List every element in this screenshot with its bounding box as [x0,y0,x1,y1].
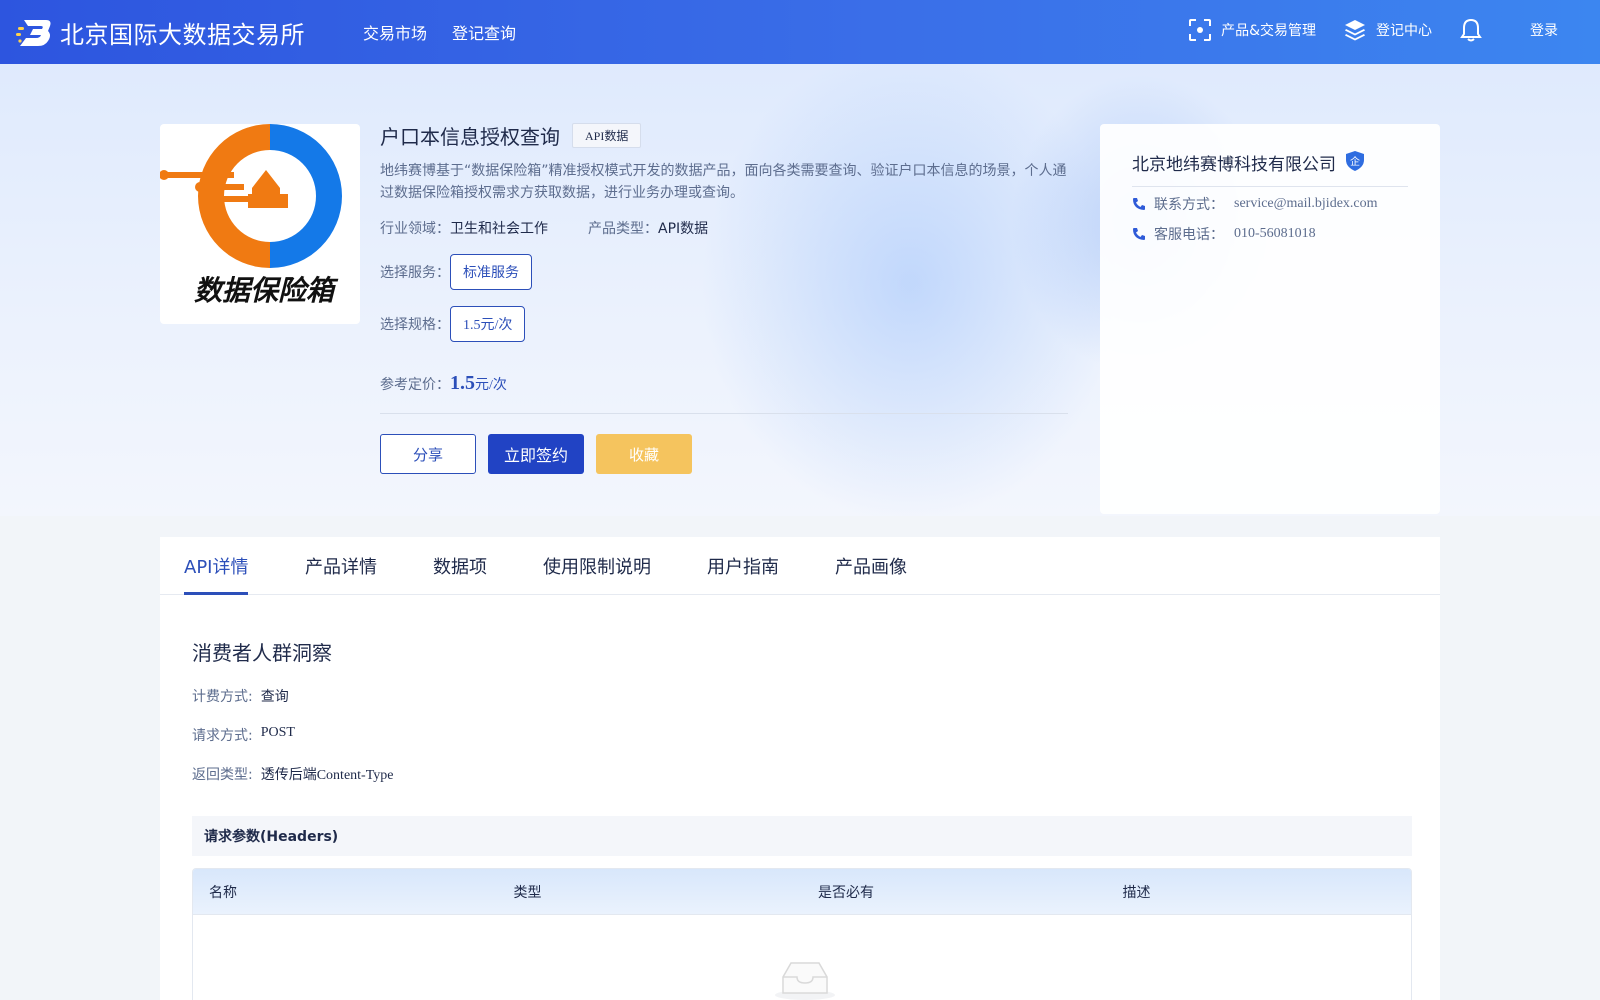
billing-label: 计费方式: [192,689,253,705]
phone-label: 客服电话： [1154,227,1224,243]
tab-api-details[interactable]: API详情 [184,553,248,595]
detail-tabs: API详情 产品详情 数据项 使用限制说明 用户指南 产品画像 [160,537,1440,595]
column-required: 是否必有 [818,884,874,901]
tab-product-details[interactable]: 产品详情 [305,553,377,595]
price-label: 参考定价： [380,377,450,393]
product-trade-management-label: 产品&交易管理 [1221,23,1316,39]
divider [1132,186,1408,187]
api-section-title: 消费者人群洞察 [192,641,332,665]
product-trade-management-link[interactable]: 产品&交易管理 [1189,19,1316,41]
price-unit: 元/次 [475,378,507,393]
table-header: 名称 类型 是否必有 描述 [193,869,1411,915]
reference-price: 参考定价： 1.5 元/次 [380,372,1068,395]
product-title: 户口本信息授权查询 [380,124,560,149]
request-params-header: 请求参数(Headers) [192,816,1412,856]
phone-icon [1133,198,1145,210]
tab-user-guide[interactable]: 用户指南 [707,553,779,595]
nav-item-market[interactable]: 交易市场 [363,20,427,44]
registry-center-label: 登记中心 [1376,23,1432,39]
bjidex-logo-icon [16,20,51,46]
product-logo: 数据保险箱 [160,124,360,324]
industry-label: 行业领域： [380,221,450,237]
product-type-label: 产品类型： [588,221,658,237]
service-option-standard[interactable]: 标准服务 [450,254,532,290]
provider-card: 北京地纬赛博科技有限公司 企 联系方式： service@mail.bjidex… [1100,124,1440,514]
spec-option[interactable]: 1.5元/次 [450,306,526,342]
method-value: POST [260,725,295,740]
headers-params-table: 名称 类型 是否必有 描述 [192,868,1412,1000]
main-nav: 交易市场 登记查询 [363,20,516,44]
company-name[interactable]: 北京地纬赛博科技有限公司 [1132,150,1336,175]
empty-inbox-icon [775,962,835,1000]
product-info: 户口本信息授权查询 API数据 地纬赛博基于“数据保险箱”精准授权模式开发的数据… [380,120,1068,474]
billing-method-row: 计费方式: 查询 [192,686,289,706]
product-type-tag: API数据 [572,122,642,148]
registry-center-link[interactable]: 登记中心 [1344,19,1432,41]
phone-icon [1133,228,1145,240]
data-safe-logo-icon: 数据保险箱 [160,124,342,307]
return-value: 透传后端Content-Type [260,768,394,783]
price-value: 1.5 [450,372,475,394]
favorite-button[interactable]: 收藏 [596,434,692,474]
product-description: 地纬赛博基于“数据保险箱”精准授权模式开发的数据产品，面向各类需要查询、验证户口… [380,163,1067,201]
method-label: 请求方式: [192,728,253,744]
divider [380,413,1068,414]
site-title: 北京国际大数据交易所 [60,20,305,49]
share-button[interactable]: 分享 [380,434,476,474]
column-name: 名称 [209,884,237,901]
top-navbar: 北京国际大数据交易所 交易市场 登记查询 产品&交易管理 登记中心 登录 [0,0,1600,64]
product-meta: 行业领域： 卫生和社会工作 产品类型： API数据 [380,218,1068,238]
contact-email[interactable]: service@mail.bjidex.com [1234,196,1378,212]
enterprise-badge-text: 企 [1350,155,1360,168]
product-detail-panel: API详情 产品详情 数据项 使用限制说明 用户指南 产品画像 消费者人群洞察 … [160,537,1440,1000]
scan-icon [1189,19,1212,41]
column-description: 描述 [1122,884,1151,901]
return-label: 返回类型: [192,767,253,783]
column-type: 类型 [513,884,542,901]
industry-value: 卫生和社会工作 [450,221,548,237]
sign-now-button[interactable]: 立即签约 [488,434,584,474]
nav-item-registry-query[interactable]: 登记查询 [452,20,516,44]
contact-phone-row: 客服电话： 010-56081018 [1132,224,1316,244]
product-hero: 数据保险箱 户口本信息授权查询 API数据 地纬赛博基于“数据保险箱”精准授权模… [0,64,1600,516]
contact-label: 联系方式： [1154,197,1224,213]
tab-data-items[interactable]: 数据项 [433,553,487,595]
notifications-button[interactable] [1460,18,1492,42]
enterprise-verified-icon: 企 [1346,150,1364,175]
return-type-row: 返回类型: 透传后端Content-Type [192,764,394,784]
request-method-row: 请求方式: POST [192,725,295,745]
billing-value: 查询 [260,690,289,705]
layers-icon [1345,20,1365,41]
top-right-actions: 产品&交易管理 登记中心 登录 [1161,18,1558,42]
contact-email-row: 联系方式： service@mail.bjidex.com [1132,194,1378,214]
brand[interactable]: 北京国际大数据交易所 [16,14,305,50]
spec-label: 选择规格： [380,317,450,333]
product-actions: 分享 立即签约 收藏 [380,434,1068,474]
bell-icon [1460,18,1482,42]
service-label: 选择服务： [380,265,450,281]
logo-text: 数据保险箱 [194,274,339,307]
login-link[interactable]: 登录 [1530,20,1558,40]
tab-usage-restrictions[interactable]: 使用限制说明 [543,553,651,595]
active-tab-indicator [184,592,248,595]
phone-value: 010-56081018 [1234,226,1316,241]
product-type-value: API数据 [658,221,709,237]
spec-selector: 选择规格： 1.5元/次 [380,306,1068,342]
service-selector: 选择服务： 标准服务 [380,254,1068,290]
tab-product-profile[interactable]: 产品画像 [835,553,907,595]
